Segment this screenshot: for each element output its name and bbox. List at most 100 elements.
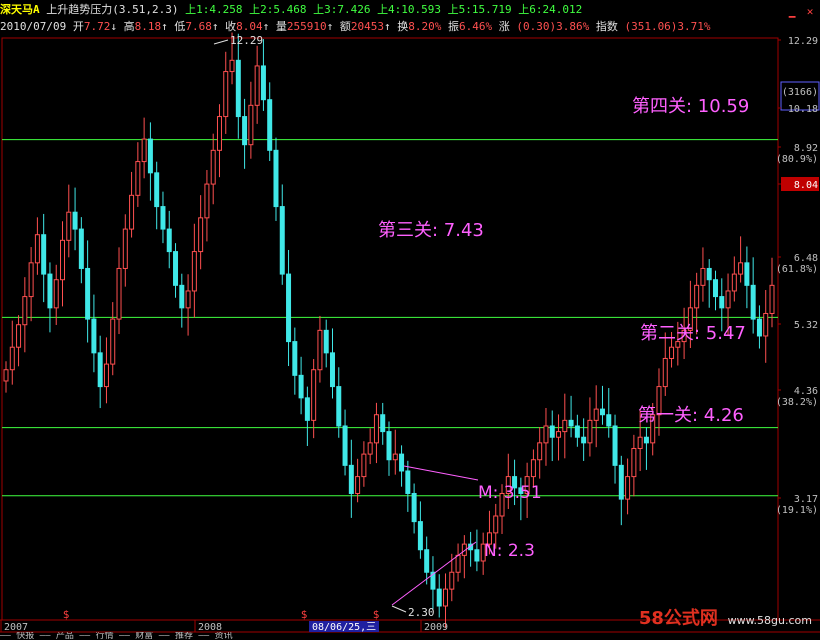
quote-label: 收 bbox=[225, 20, 237, 33]
candle-body bbox=[380, 414, 386, 433]
quote-date: 2010/07/09 bbox=[0, 20, 73, 33]
y-tick-label: 3.17 bbox=[794, 494, 818, 505]
candle-body bbox=[763, 312, 769, 337]
watermark-url: www.58gu.com bbox=[727, 614, 812, 627]
candle-body bbox=[116, 267, 122, 320]
resistance-label-2: 第三关: 7.43 bbox=[378, 220, 484, 241]
quote-value: 7.68 bbox=[185, 20, 212, 33]
quote-value: 20453 bbox=[350, 20, 384, 33]
candle-body bbox=[725, 290, 731, 309]
indicator-params: (3.51,2.3) bbox=[112, 3, 186, 16]
y-tick-label: 12.29 bbox=[788, 36, 818, 47]
candle-body bbox=[28, 262, 34, 298]
candle-body bbox=[210, 149, 216, 185]
candle-body bbox=[260, 65, 266, 101]
candle-body bbox=[223, 71, 229, 118]
candle-body bbox=[122, 228, 128, 269]
candle-body bbox=[756, 318, 762, 337]
upper-line-5: 上5:15.719 bbox=[447, 3, 519, 16]
stock-name: 深天马A bbox=[0, 3, 40, 16]
y-tick-label: 5.32 bbox=[794, 320, 818, 331]
candle-body bbox=[317, 329, 323, 371]
index-label: 指数 bbox=[595, 20, 618, 33]
candle-body bbox=[769, 284, 775, 314]
close-icon[interactable]: ✕ bbox=[804, 6, 816, 18]
candlestick-chart: 第四关: 10.59 第三关: 7.43 第二关: 5.47 第一关: 4.26 12.… bbox=[0, 0, 820, 640]
candle-body bbox=[643, 436, 649, 444]
candle-body bbox=[443, 588, 449, 607]
quote-sep bbox=[117, 20, 124, 33]
candle-body bbox=[267, 99, 273, 151]
high-marker-label: 12.29 bbox=[230, 34, 263, 47]
dividend-marker-icon: $ bbox=[63, 608, 70, 621]
y-tick-label: 8.04 bbox=[794, 180, 818, 191]
candle-body bbox=[179, 284, 185, 309]
candle-body bbox=[436, 588, 442, 607]
quote-arrow: ↓ bbox=[110, 20, 117, 33]
candle-body bbox=[574, 425, 580, 438]
pivot-n-label: N: 2.3 bbox=[484, 541, 535, 561]
candle-body bbox=[562, 419, 568, 433]
candle-body bbox=[235, 59, 241, 118]
candle-body bbox=[103, 363, 109, 388]
ticker-text: —— 快报 —— 产品 —— 行情 —— 财富 —— 推荐 —— 资讯 bbox=[0, 632, 233, 640]
candle-body bbox=[612, 425, 618, 466]
candle-body bbox=[204, 183, 210, 219]
candle-body bbox=[405, 470, 411, 494]
candle-body bbox=[336, 386, 342, 427]
candle-body bbox=[455, 554, 461, 573]
candle-body bbox=[700, 267, 706, 286]
candle-body bbox=[166, 228, 172, 253]
candle-body bbox=[392, 453, 398, 461]
y-tick-pct: (38.2%) bbox=[776, 397, 818, 408]
quote-value: 8.04 bbox=[236, 20, 263, 33]
resistance-label-3: 第二关: 5.47 bbox=[640, 323, 746, 344]
candle-body bbox=[9, 346, 15, 371]
upper-line-4: 上4:10.593 bbox=[377, 3, 448, 16]
candle-body bbox=[587, 419, 593, 444]
candle-body bbox=[60, 239, 66, 281]
quote-header: 2010/07/09 开7.72↓ 高8.18↑ 低7.68↑ 收8.04↑ 量… bbox=[0, 20, 780, 33]
candle-body bbox=[662, 357, 668, 388]
candle-body bbox=[154, 172, 160, 208]
candle-body bbox=[110, 318, 116, 365]
change-value: (0.30)3.86% bbox=[509, 20, 596, 33]
candle-body bbox=[129, 194, 135, 230]
candle-body bbox=[449, 571, 455, 590]
candle-body bbox=[361, 453, 367, 478]
candle-body bbox=[731, 273, 737, 292]
candle-body bbox=[191, 251, 197, 292]
candle-body bbox=[242, 116, 248, 146]
y-tick-pct: (19.1%) bbox=[776, 505, 818, 516]
watermark-brand: 58公式网 bbox=[638, 608, 718, 629]
quote-sep bbox=[441, 20, 448, 33]
candle-body bbox=[47, 273, 53, 309]
candle-body bbox=[323, 329, 329, 354]
y-tick-pct: (3166) bbox=[782, 87, 818, 98]
quote-value: 6.46% bbox=[458, 20, 493, 33]
quote-arrow: ↑ bbox=[161, 20, 168, 33]
y-tick-pct: (61.8%) bbox=[776, 264, 818, 275]
candle-body bbox=[78, 228, 84, 269]
candle-body bbox=[3, 369, 9, 382]
resistance-label-1: 第四关: 10.59 bbox=[632, 96, 749, 117]
candle-body bbox=[298, 374, 304, 399]
quote-value: 8.18 bbox=[134, 20, 162, 33]
candle-body bbox=[304, 397, 310, 421]
quote-label: 量 bbox=[275, 20, 287, 33]
candle-body bbox=[712, 279, 718, 298]
quote-value: 255910 bbox=[286, 20, 327, 33]
candle-body bbox=[537, 442, 543, 461]
watermark: 58公式网 www.58gu.com bbox=[639, 604, 812, 630]
minimize-icon[interactable]: ▁ bbox=[786, 6, 798, 18]
candle-body bbox=[549, 425, 555, 438]
y-tick-label: 8.92 bbox=[794, 143, 818, 154]
candle-body bbox=[141, 138, 147, 163]
indicator-name: 上升趋势压力 bbox=[39, 3, 113, 16]
candle-body bbox=[593, 408, 599, 421]
candle-body bbox=[229, 59, 235, 73]
candle-body bbox=[543, 425, 549, 444]
candle-body bbox=[147, 138, 153, 174]
candle-body bbox=[568, 419, 574, 427]
candle-body bbox=[292, 341, 298, 376]
